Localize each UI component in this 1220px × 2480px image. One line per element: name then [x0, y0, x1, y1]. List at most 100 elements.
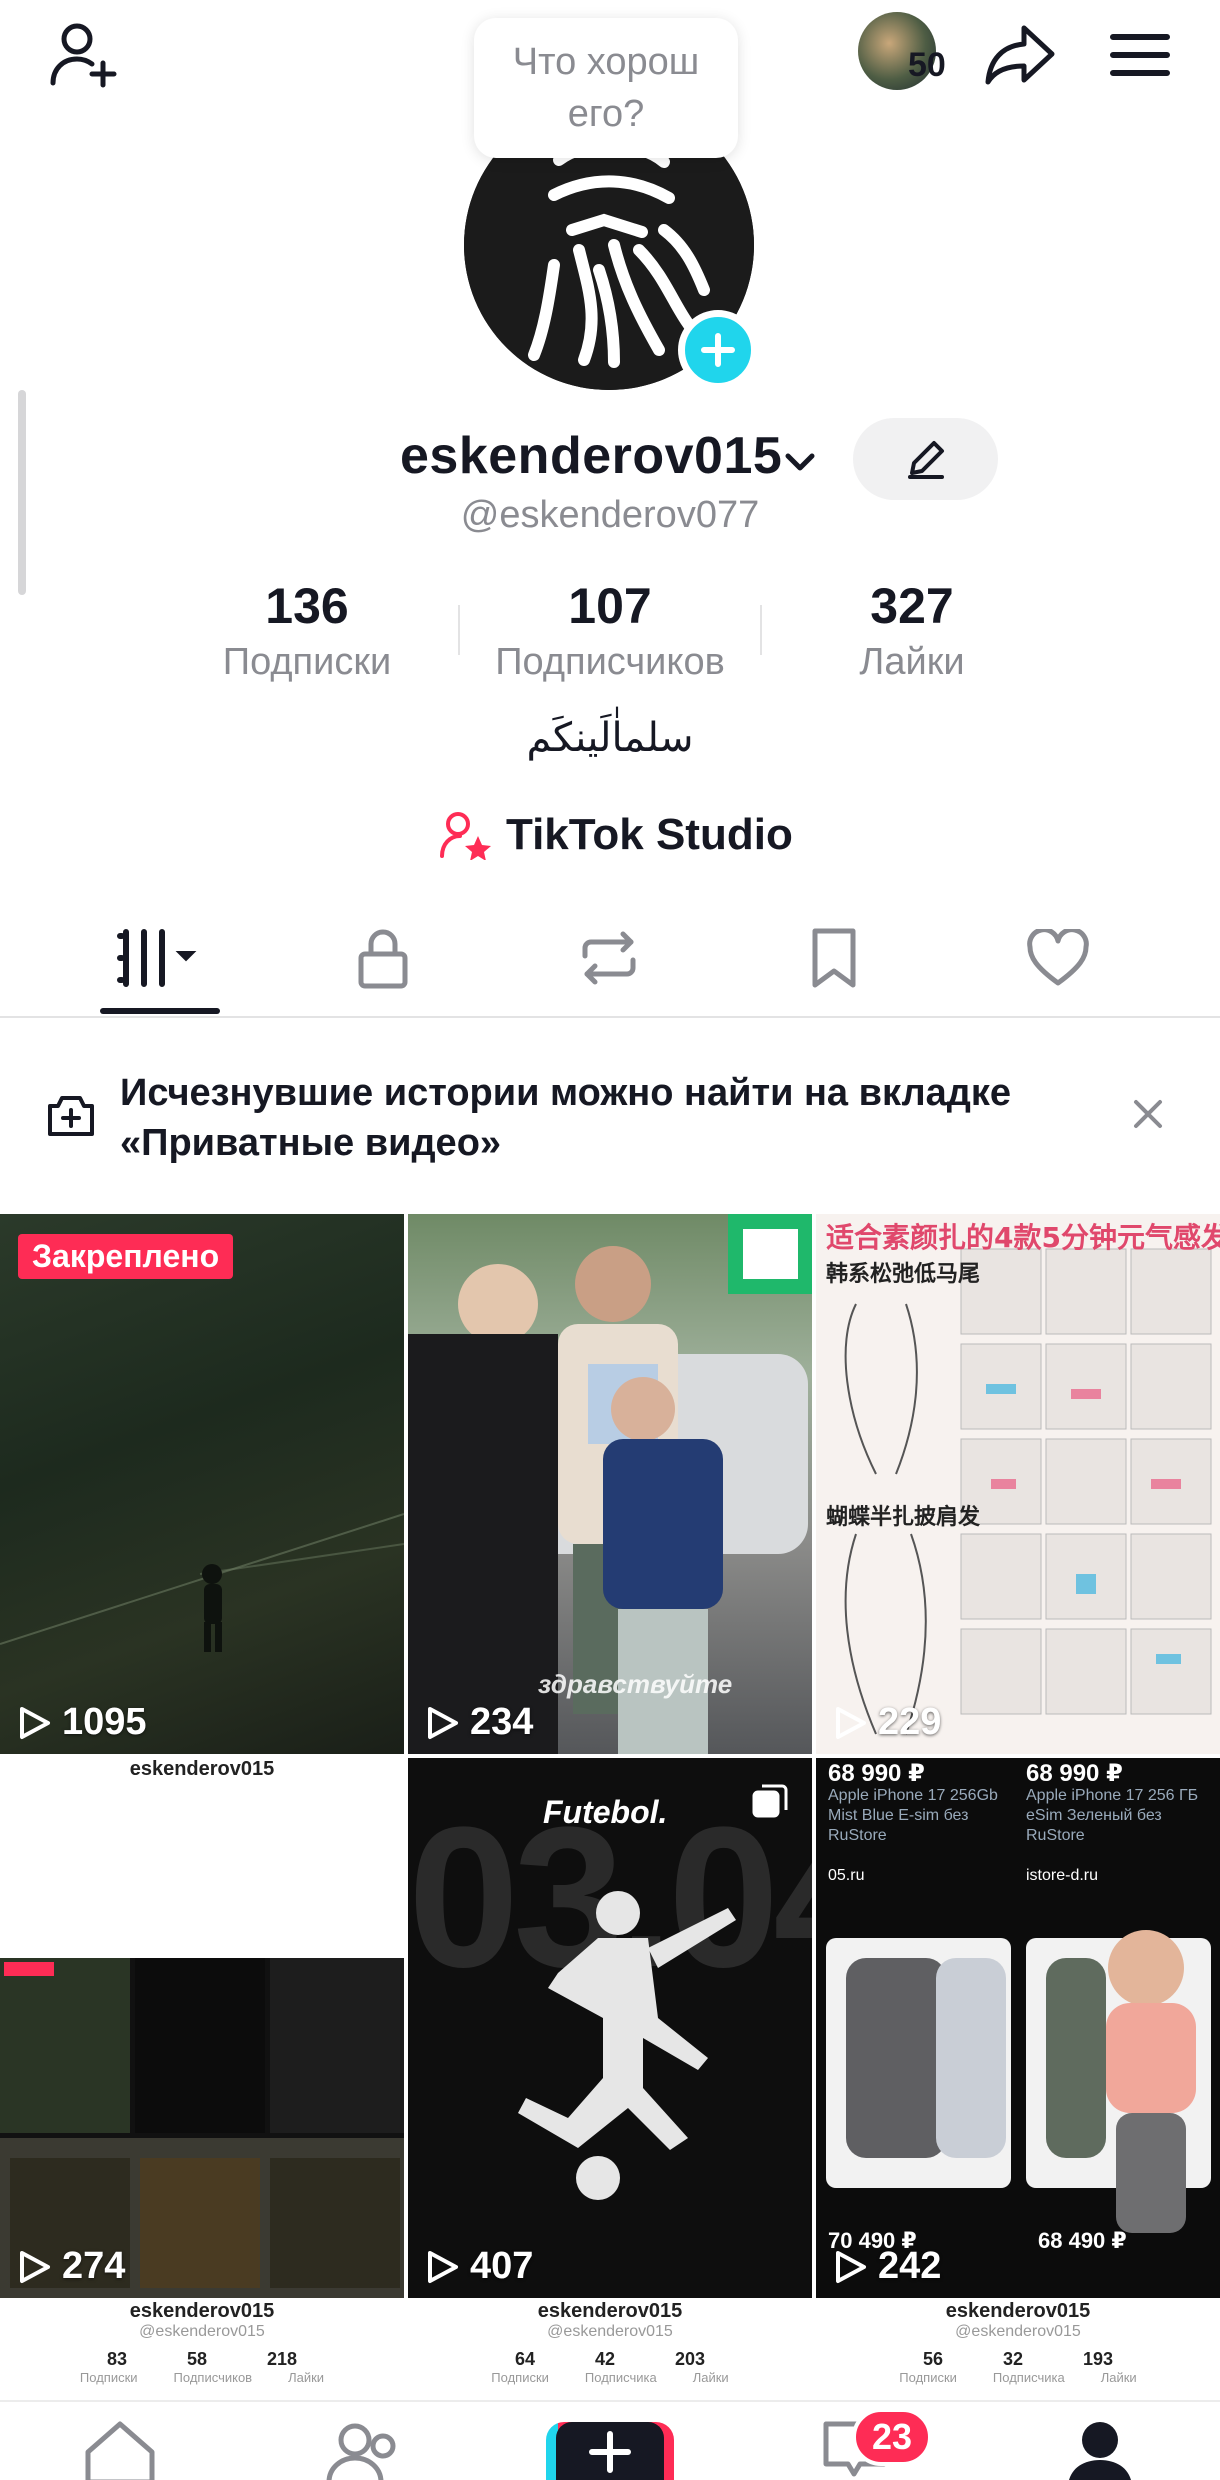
- video-caption: здравствуйте: [538, 1669, 733, 1699]
- video-thumbnail: [844, 1248, 1212, 1735]
- video-tile[interactable]: eskenderov015 274: [0, 1758, 404, 2298]
- video-tile[interactable]: eskenderov015 @eskenderov015 64 42 203 П…: [408, 2300, 812, 2400]
- create-button[interactable]: [546, 2422, 674, 2480]
- stat-likes[interactable]: 327 Лайки: [762, 575, 1062, 687]
- view-count: 407: [426, 2245, 533, 2288]
- preview-stat: 56: [922, 2349, 943, 2369]
- nav-profile[interactable]: [1060, 2418, 1140, 2480]
- video-tile[interactable]: Закреплено 1095: [0, 1214, 404, 1754]
- stories-notice: Исчезнувшие истории можно найти на вклад…: [0, 1018, 1220, 1214]
- preview-stat-label: Подписки: [899, 2370, 957, 2385]
- video-subtitle: 蝴蝶半扎披肩发: [826, 1505, 981, 1530]
- preview-handle: @eskenderov015: [955, 2323, 1081, 2340]
- pencil-icon: [907, 441, 944, 479]
- view-count-value: 229: [878, 1701, 942, 1743]
- inbox-badge: 23: [852, 2408, 933, 2466]
- preview-stat-labels: Подписки Подписчика Лайки: [816, 2370, 1220, 2385]
- bottom-nav: [0, 2400, 1220, 2480]
- chevron-down-icon[interactable]: [780, 442, 820, 482]
- nudge-tooltip[interactable]: Что хорош его?: [474, 18, 738, 158]
- video-tile[interactable]: eskenderov015 @eskenderov015 83 58 218 П…: [0, 2300, 404, 2400]
- video-tile[interactable]: здравствуйте 234: [408, 1214, 812, 1754]
- close-icon[interactable]: [1130, 1096, 1166, 1132]
- view-count-value: 1095: [62, 1701, 147, 1743]
- studio-icon: [440, 812, 491, 860]
- stat-label: Лайки: [859, 641, 965, 683]
- preview-name: eskenderov015: [129, 1758, 275, 1780]
- profile-bio: سلماٰلَینکَم: [526, 715, 694, 761]
- notice-text: Исчезнувшие истории можно найти на вклад…: [120, 1072, 1012, 1164]
- video-tile[interactable]: 03.04 Futebol. 407: [408, 1758, 812, 2298]
- preview-name: eskenderov015: [537, 2300, 683, 2322]
- tab-favorites[interactable]: [774, 918, 894, 998]
- nav-home[interactable]: [80, 2418, 160, 2480]
- stat-value: 327: [870, 578, 954, 634]
- preview-stats: 83 58 218: [0, 2349, 404, 2370]
- preview-stat-label: Подписчика: [992, 2370, 1065, 2385]
- video-tile[interactable]: eskenderov015 @eskenderov015 56 32 193 П…: [816, 2300, 1220, 2400]
- profile-tabs: [0, 900, 1220, 1018]
- video-tile[interactable]: 68 990 ₽ Apple iPhone 17 256Gb Mist Blue…: [816, 1758, 1220, 2298]
- listing-price: 68 490 ₽: [1038, 2228, 1127, 2253]
- studio-label: TikTok Studio: [506, 810, 793, 859]
- preview-stat-label: Лайки: [1100, 2370, 1137, 2385]
- preview-stats: 64 42 203: [408, 2349, 812, 2370]
- tab-reposts[interactable]: [549, 918, 669, 998]
- tiktok-studio-link[interactable]: TikTok Studio: [440, 803, 793, 867]
- pinned-badge: Закреплено: [18, 1234, 234, 1279]
- stat-value: 136: [265, 578, 349, 634]
- bookmark-icon: [812, 928, 856, 988]
- video-thumbnail: [518, 1891, 736, 2200]
- plus-icon: [589, 2431, 631, 2473]
- video-thumbnail: [0, 1513, 404, 1652]
- username-row: eskenderov015: [0, 418, 1220, 500]
- preview-stats: 56 32 193: [816, 2349, 1220, 2370]
- tab-liked[interactable]: [998, 918, 1118, 998]
- view-count-value: 274: [62, 2245, 126, 2287]
- add-friend-icon[interactable]: [40, 10, 130, 100]
- preview-stat-label: Лайки: [288, 2370, 325, 2385]
- preview-handle: @eskenderov015: [139, 2323, 265, 2340]
- menu-icon[interactable]: [1095, 10, 1185, 100]
- user-handle: @eskenderov077: [460, 494, 760, 536]
- view-count-value: 407: [470, 2245, 534, 2287]
- edit-profile-button[interactable]: [853, 418, 998, 500]
- preview-stat-label: Подписчиков: [173, 2370, 253, 2385]
- tab-videos[interactable]: [100, 918, 220, 998]
- view-count-value: 242: [878, 2245, 942, 2287]
- stat-followers[interactable]: 107 Подписчиков: [460, 575, 760, 687]
- play-icon: [428, 2250, 458, 2283]
- preview-stat-label: Подписки: [491, 2370, 549, 2385]
- nav-friends[interactable]: [325, 2418, 405, 2480]
- preview-name: eskenderov015: [945, 2300, 1091, 2322]
- video-grid-row-partial: eskenderov015 @eskenderov015 83 58 218 П…: [0, 2300, 1220, 2400]
- stat-label: Подписки: [222, 641, 392, 683]
- video-thumbnail: [0, 1958, 404, 2298]
- friends-icon: [326, 2423, 396, 2480]
- preview-stat-labels: Подписки Подписчиков Лайки: [0, 2370, 404, 2385]
- tab-private[interactable]: [323, 918, 443, 998]
- play-icon: [428, 1706, 458, 1739]
- preview-stat: 193: [1083, 2349, 1114, 2369]
- add-story-button[interactable]: [678, 310, 758, 390]
- home-icon: [85, 2421, 155, 2480]
- video-tile[interactable]: 适合素颜扎的4款5分钟元气感发型 韩系松弛低马尾 蝴蝶半扎披肩发 229: [816, 1214, 1220, 1754]
- avatar-count: 50: [908, 46, 946, 84]
- profile-stats: 136 Подписки 107 Подписчиков 327 Лайки: [0, 575, 1220, 685]
- preview-stat: 203: [675, 2349, 706, 2369]
- video-thumbnail: [826, 1930, 1211, 2233]
- preview-stat-label: Лайки: [692, 2370, 729, 2385]
- play-icon: [836, 2250, 866, 2283]
- repost-icon: [582, 931, 636, 985]
- share-icon[interactable]: [975, 10, 1065, 100]
- story-add-icon: [48, 1096, 94, 1136]
- stat-following[interactable]: 136 Подписки: [157, 575, 457, 687]
- preview-stat-label: Подписчика: [584, 2370, 657, 2385]
- video-title: 适合素颜扎的4款5分钟元气感发型: [826, 1221, 1220, 1254]
- view-count: 234: [426, 1701, 533, 1744]
- display-name[interactable]: eskenderov015: [400, 426, 782, 486]
- view-count: 274: [18, 2245, 125, 2288]
- stat-value: 107: [568, 578, 652, 634]
- view-count: 242: [834, 2245, 941, 2288]
- preview-stat: 218: [267, 2349, 298, 2369]
